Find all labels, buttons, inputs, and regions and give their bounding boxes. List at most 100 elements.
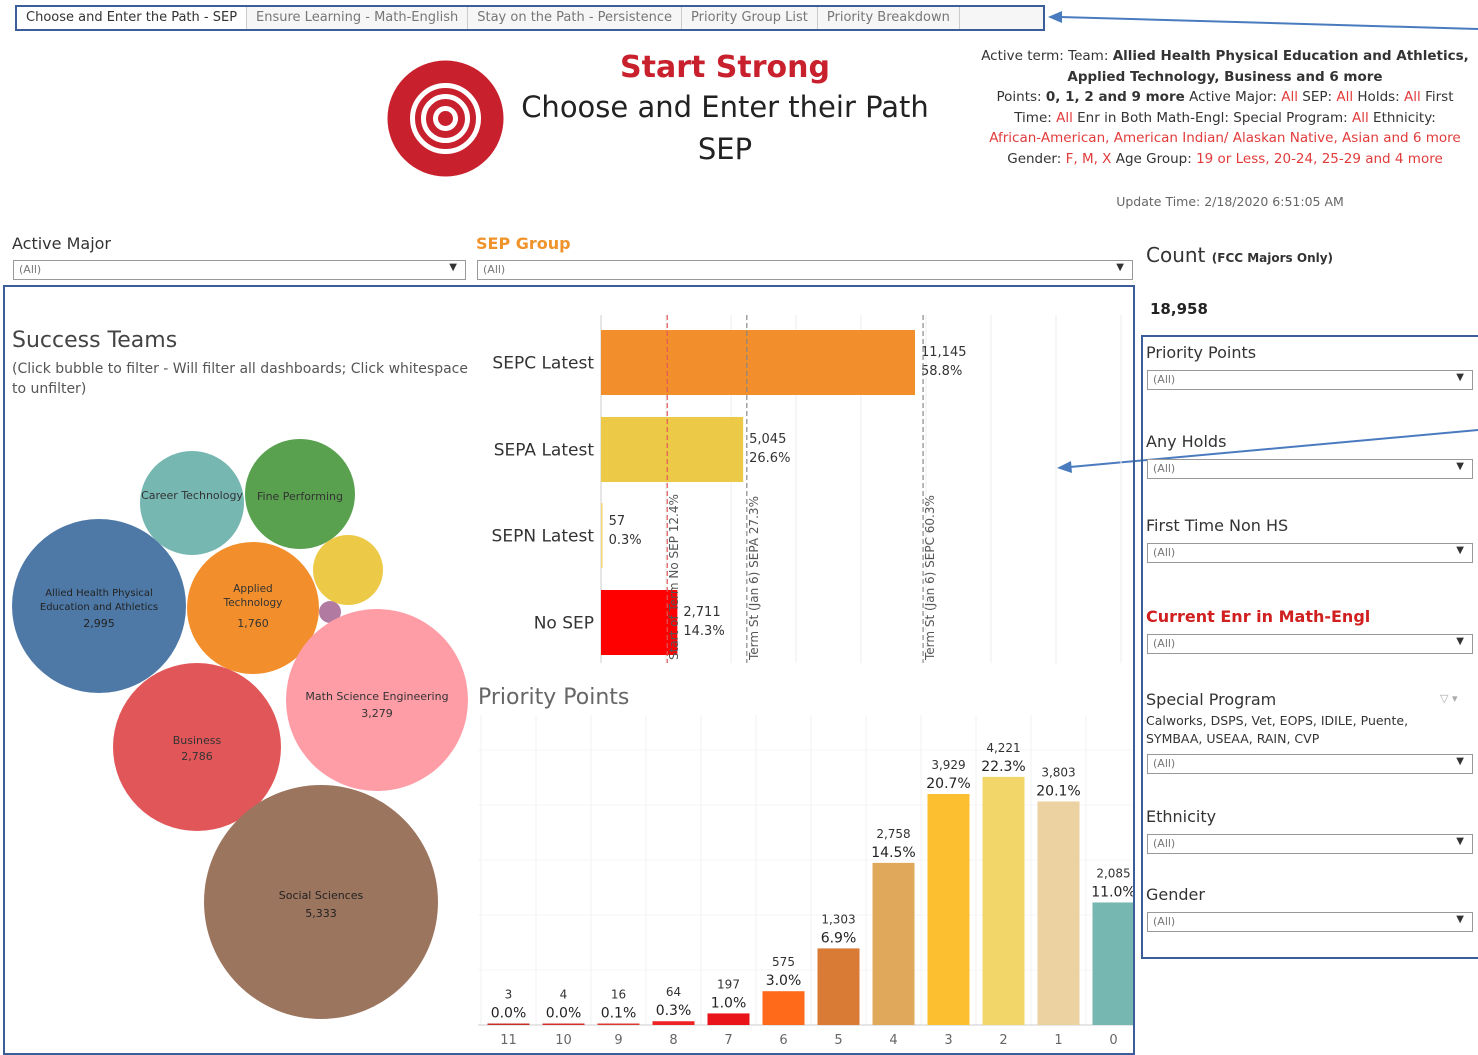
- filter-dropdown-5[interactable]: (All) ▼: [1147, 834, 1473, 854]
- priority-tick-label: 0: [1109, 1033, 1117, 1048]
- bubble-business-value: 2,786: [181, 750, 213, 763]
- priority-tick-label: 6: [779, 1033, 787, 1048]
- priority-value-label: 197: [717, 977, 740, 991]
- priority-bar: [542, 1023, 585, 1025]
- priority-bar: [707, 1013, 750, 1025]
- priority-tick-label: 1: [1054, 1033, 1062, 1048]
- chevron-down-icon: ▼: [1456, 372, 1464, 383]
- priority-value-label: 575: [772, 955, 795, 969]
- filter-dropdown-value: (All): [1153, 637, 1176, 650]
- bubble-career-technology[interactable]: Career Technology: [140, 451, 244, 555]
- bubble-social-sciences[interactable]: Social Sciences 5,333: [204, 785, 438, 1019]
- priority-percent-label: 0.3%: [656, 1003, 692, 1019]
- filter-label-1: Any Holds: [1146, 432, 1227, 451]
- page-title: Start Strong: [620, 50, 830, 85]
- bubble-applied-technology-label-2: Technology: [223, 597, 283, 609]
- tab-arrow-head: [1048, 11, 1062, 23]
- priority-value-label: 1,303: [821, 912, 855, 926]
- sep-value-label: 2,711: [683, 605, 720, 620]
- priority-percent-label: 11.0%: [1091, 884, 1133, 900]
- priority-percent-label: 0.0%: [546, 1006, 582, 1022]
- priority-value-label: 3,929: [931, 758, 965, 772]
- chevron-down-icon: ▼: [1456, 461, 1464, 472]
- sep-bar: [601, 590, 678, 655]
- filter-dropdown-1[interactable]: (All) ▼: [1147, 459, 1473, 479]
- active-major-label: Active Major: [12, 234, 111, 253]
- sep-group-dropdown[interactable]: (All) ▼: [477, 260, 1133, 280]
- bubble-social-sciences-value: 5,333: [305, 907, 337, 920]
- bubble-applied-technology-label-1: Applied: [233, 583, 272, 595]
- sep-category-label: SEPC Latest: [492, 354, 594, 374]
- reference-line-label: Start of Term No SEP 12.4%: [667, 494, 681, 660]
- active-major-dropdown[interactable]: (All) ▼: [13, 260, 466, 280]
- bubble-allied-health[interactable]: Allied Health Physical Education and Ath…: [12, 519, 186, 693]
- sep-percent-label: 0.3%: [609, 533, 642, 548]
- filter-dropdown-2[interactable]: (All) ▼: [1147, 543, 1473, 563]
- success-teams-title: Success Teams: [12, 328, 178, 353]
- priority-value-label: 4: [560, 988, 568, 1002]
- filter-label-3: Current Enr in Math-Engl: [1146, 607, 1371, 626]
- sep-category-label: SEPA Latest: [494, 441, 595, 461]
- filter-dropdown-value: (All): [1153, 915, 1176, 928]
- priority-bar: [982, 776, 1025, 1025]
- priority-points-bar-chart: 30.0%1140.0%10160.1%9640.3%81971.0%75753…: [478, 715, 1133, 1048]
- target-icon: [387, 60, 504, 177]
- sep-group-label: SEP Group: [476, 234, 571, 253]
- priority-percent-label: 0.0%: [491, 1006, 527, 1022]
- priority-percent-label: 1.0%: [711, 995, 747, 1011]
- priority-tick-label: 3: [944, 1033, 952, 1048]
- count-value: 18,958: [1150, 300, 1208, 318]
- filter-dropdown-value: (All): [1153, 373, 1176, 386]
- priority-tick-label: 9: [614, 1033, 622, 1048]
- bubble-business-label: Business: [173, 734, 222, 747]
- tab-annotation-arrow: [1059, 16, 1478, 30]
- bubble-mse-value: 3,279: [361, 707, 393, 720]
- filter-dropdown-0[interactable]: (All) ▼: [1147, 370, 1473, 390]
- summary-line-5: African-American, American Indian/ Alask…: [989, 130, 1461, 146]
- priority-tick-label: 8: [669, 1033, 677, 1048]
- summary-line-1: Active term: Team: Allied Health Physica…: [981, 48, 1469, 64]
- sep-percent-label: 14.3%: [683, 624, 724, 639]
- bubble-allied-health-value: 2,995: [83, 617, 115, 630]
- sep-category-label: No SEP: [534, 614, 594, 634]
- priority-tick-label: 10: [555, 1033, 572, 1048]
- priority-value-label: 3,803: [1041, 765, 1075, 779]
- filter-label-0: Priority Points: [1146, 343, 1257, 362]
- priority-bar: [762, 991, 805, 1025]
- priority-tick-label: 2: [999, 1033, 1007, 1048]
- priority-value-label: 2,758: [876, 827, 910, 841]
- filter-dropdown-3[interactable]: (All) ▼: [1147, 634, 1473, 654]
- chevron-down-icon: ▼: [1456, 756, 1464, 767]
- summary-line-2: Applied Technology, Business and 6 more: [1067, 68, 1383, 85]
- sep-percent-label: 58.8%: [921, 364, 962, 379]
- priority-bar: [1092, 902, 1133, 1025]
- priority-bar: [1037, 801, 1080, 1025]
- filter-funnel-icon[interactable]: ▽ ▾: [1440, 692, 1457, 705]
- bubble-fine-performing-label: Fine Performing: [257, 490, 343, 503]
- sep-bar: [601, 417, 744, 482]
- bubble-social-sciences-label: Social Sciences: [279, 889, 364, 902]
- success-teams-instructions: (Click bubble to filter - Will filter al…: [12, 361, 468, 397]
- priority-percent-label: 6.9%: [821, 930, 857, 946]
- priority-points-title: Priority Points: [478, 685, 630, 710]
- bubble-math-science-engineering[interactable]: Math Science Engineering 3,279: [286, 609, 468, 791]
- priority-value-label: 3: [505, 988, 513, 1002]
- filter-dropdown-6[interactable]: (All) ▼: [1147, 912, 1473, 932]
- bubble-allied-health-label-2: Education and Athletics: [40, 602, 158, 613]
- priority-bar: [927, 794, 970, 1025]
- priority-tick-label: 5: [834, 1033, 842, 1048]
- bubble-yellow[interactable]: [313, 535, 383, 605]
- bubble-fine-performing[interactable]: Fine Performing: [245, 439, 355, 549]
- filter-dropdown-value: (All): [1153, 546, 1176, 559]
- sep-status-bar-chart: SEPC Latest 11,145 58.8% SEPA Latest 5,045 26…: [492, 315, 1122, 663]
- bubble-career-technology-label: Career Technology: [141, 489, 243, 502]
- sep-bar: [601, 330, 915, 395]
- priority-bar: [597, 1023, 640, 1025]
- priority-value-label: 64: [666, 985, 681, 999]
- filter-dropdown-4[interactable]: (All) ▼: [1147, 754, 1473, 774]
- priority-tick-label: 11: [500, 1033, 517, 1048]
- priority-percent-label: 3.0%: [766, 973, 802, 989]
- priority-percent-label: 22.3%: [981, 759, 1025, 775]
- active-filter-summary: Active term: Team: Allied Health Physica…: [978, 46, 1472, 169]
- summary-line-4: Time: All Enr in Both Math-Engl: Special…: [1014, 109, 1436, 126]
